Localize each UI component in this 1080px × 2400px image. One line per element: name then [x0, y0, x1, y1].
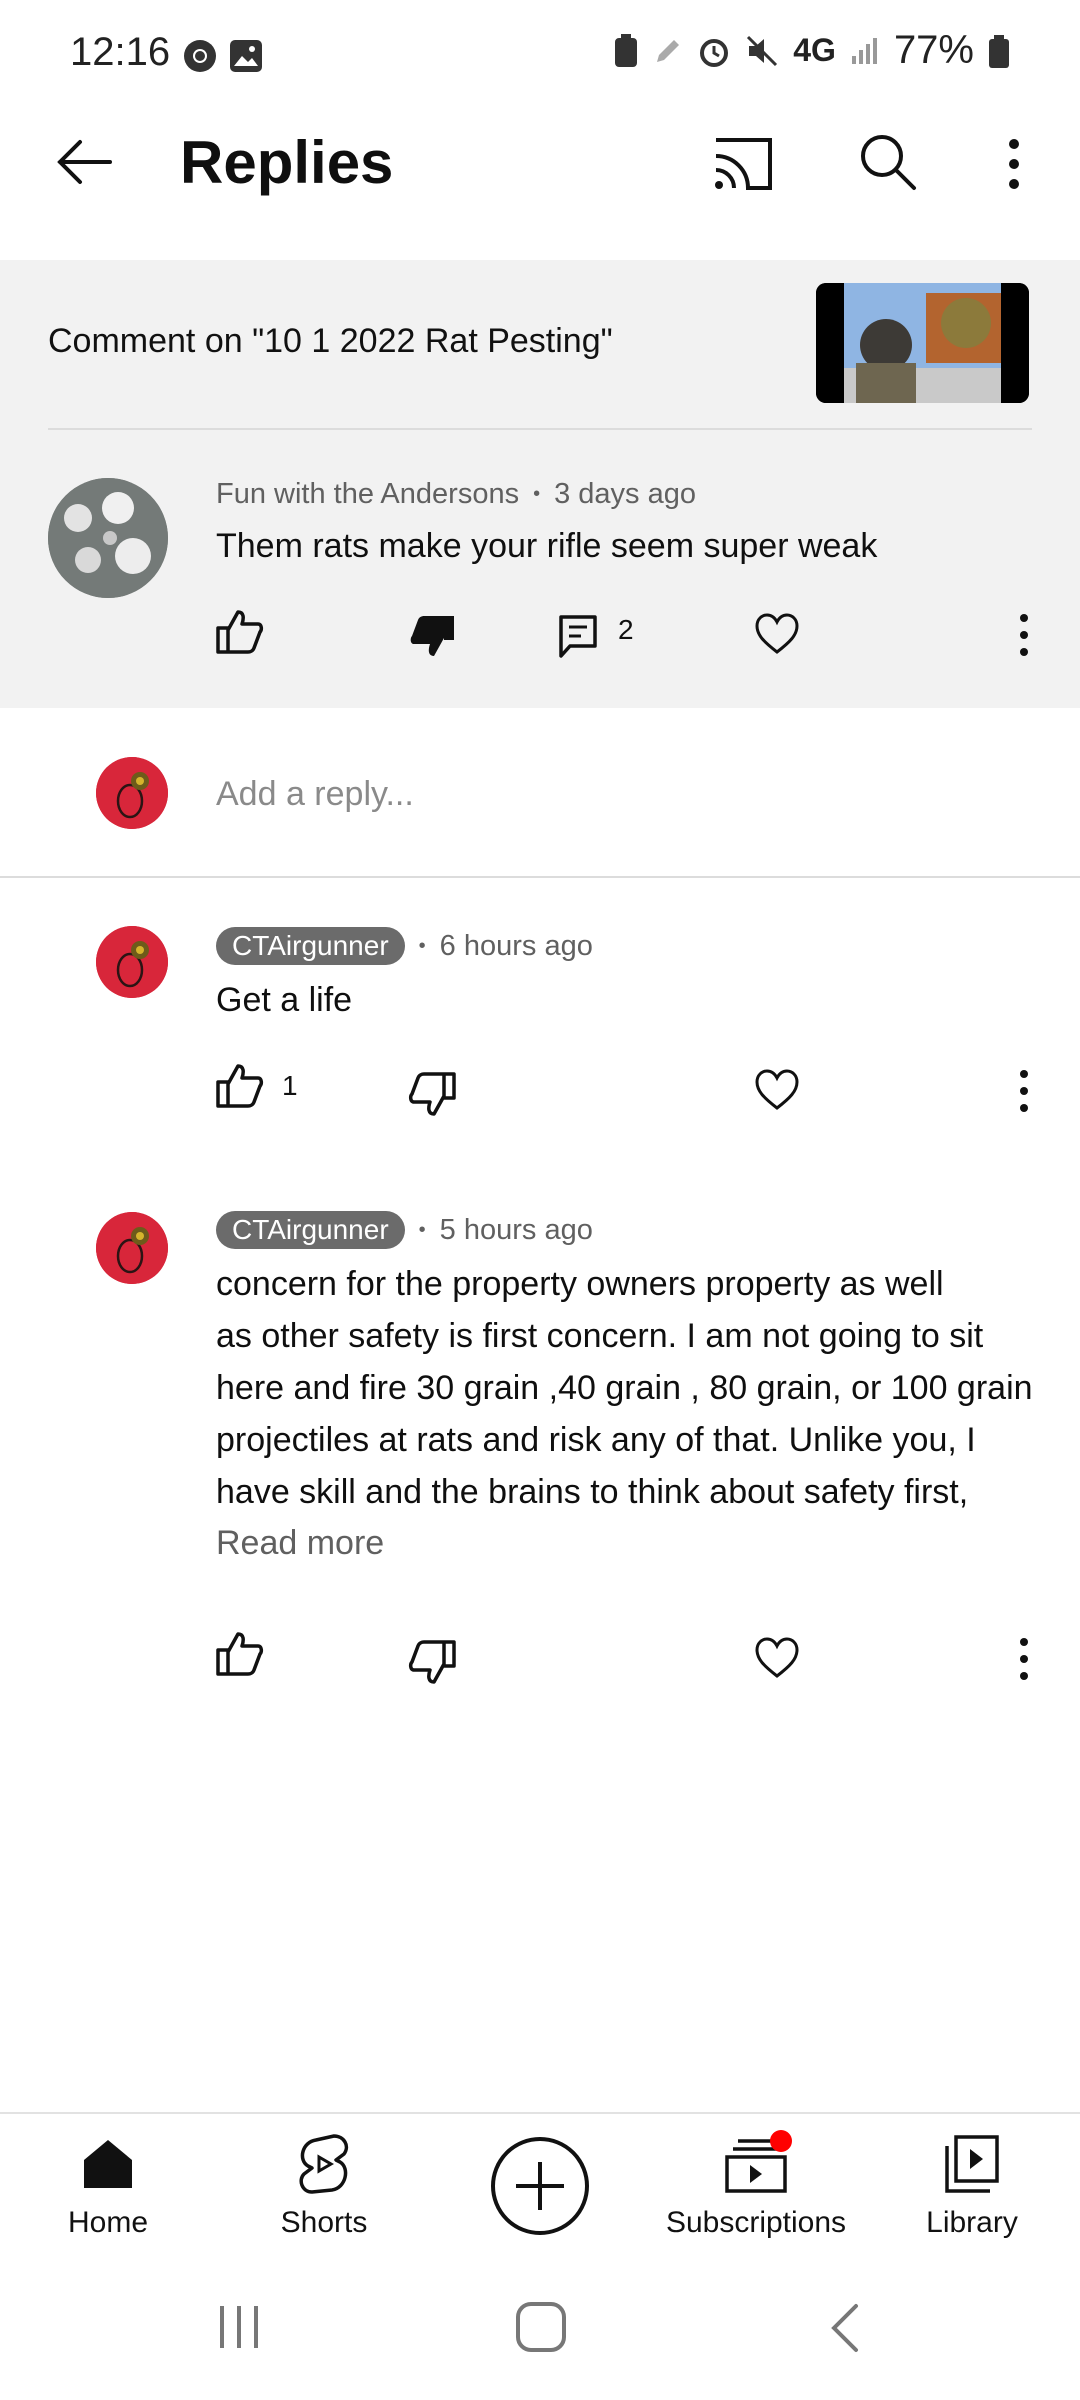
more-vert-icon[interactable]: [996, 136, 1032, 192]
battery-percent: 77%: [893, 28, 974, 72]
reply-text-line: here and fire 30 grain ,40 grain , 80 gr…: [216, 1369, 1033, 1407]
reply-count: 2: [618, 614, 634, 645]
back-system-icon[interactable]: [826, 2302, 862, 2354]
network-label: 4G: [793, 32, 836, 68]
status-right: 4G 77%: [613, 28, 1010, 73]
reply-text: Get a life: [216, 981, 353, 1019]
comment-text: Them rats make your rifle seem super wea…: [216, 527, 878, 565]
nav-home-label: Home: [67, 2206, 149, 2239]
meta-separator: •: [533, 483, 541, 505]
shorts-icon: [296, 2132, 352, 2196]
heart-icon[interactable]: [754, 1068, 800, 1112]
like-icon[interactable]: [214, 1630, 264, 1676]
home-system-icon[interactable]: [514, 2300, 568, 2354]
reply-time: 6 hours ago: [439, 929, 593, 962]
more-vert-icon[interactable]: [1014, 1636, 1034, 1682]
avatar[interactable]: [48, 478, 168, 598]
like-icon[interactable]: [214, 608, 264, 654]
heart-icon[interactable]: [754, 612, 800, 656]
dislike-icon[interactable]: [408, 614, 458, 660]
mute-icon: [747, 35, 778, 66]
back-arrow-icon[interactable]: [52, 130, 116, 194]
nav-subscriptions[interactable]: Subscriptions: [648, 2130, 864, 2270]
author-chip[interactable]: CTAirgunner: [216, 1211, 405, 1249]
reply-text-line: have skill and the brains to think about…: [216, 1473, 969, 1511]
avatar[interactable]: [96, 926, 168, 998]
more-vert-icon[interactable]: [1014, 612, 1034, 658]
recents-icon[interactable]: [214, 2302, 264, 2352]
meta-separator: •: [418, 1218, 426, 1241]
reply-text: concern for the property owners property…: [216, 1258, 1033, 1518]
chrome-icon: [182, 38, 218, 74]
nav-home[interactable]: Home: [0, 2130, 216, 2270]
like-count: 1: [282, 1070, 298, 1101]
nav-library[interactable]: Library: [864, 2130, 1080, 2270]
nav-shorts[interactable]: Shorts: [216, 2130, 432, 2270]
nav-shorts-label: Shorts: [280, 2206, 368, 2239]
battery-icon: [989, 34, 1009, 68]
reply-meta: CTAirgunner • 6 hours ago: [216, 927, 593, 965]
comment-time: 3 days ago: [554, 478, 696, 510]
create-button[interactable]: [490, 2136, 590, 2236]
dislike-icon[interactable]: [408, 1640, 458, 1686]
video-title-label[interactable]: Comment on "10 1 2022 Rat Pesting": [48, 322, 613, 361]
meta-separator: •: [418, 934, 426, 957]
divider: [0, 2112, 1080, 2114]
pen-icon: [657, 39, 680, 62]
dislike-icon[interactable]: [408, 1072, 458, 1118]
alarm-icon: [700, 38, 729, 67]
notification-dot: [770, 2130, 792, 2152]
heart-icon[interactable]: [754, 1636, 800, 1680]
gallery-icon: [228, 38, 264, 74]
reply-text-line: concern for the property owners property…: [216, 1265, 944, 1303]
reply-meta: CTAirgunner • 5 hours ago: [216, 1211, 593, 1249]
search-icon[interactable]: [856, 130, 920, 194]
nav-subscriptions-label: Subscriptions: [665, 2206, 847, 2239]
divider: [0, 876, 1080, 878]
cast-icon[interactable]: [710, 134, 776, 194]
nav-library-label: Library: [926, 2206, 1018, 2239]
parent-meta: Fun with the Andersons • 3 days ago: [216, 478, 696, 511]
library-icon: [944, 2134, 1000, 2194]
read-more-link[interactable]: Read more: [216, 1524, 384, 1563]
reply-time: 5 hours ago: [439, 1213, 593, 1246]
home-icon: [80, 2136, 136, 2192]
page-title: Replies: [180, 129, 394, 196]
author-name[interactable]: Fun with the Andersons: [216, 478, 519, 511]
add-reply-input[interactable]: Add a reply...: [216, 775, 414, 814]
reply-text-line: projectiles at rats and risk any of that…: [216, 1421, 976, 1459]
battery-saver-icon: [615, 33, 638, 67]
more-vert-icon[interactable]: [1014, 1068, 1034, 1114]
author-chip[interactable]: CTAirgunner: [216, 927, 405, 965]
avatar: [96, 757, 168, 829]
reply-icon[interactable]: [558, 614, 598, 660]
avatar[interactable]: [96, 1212, 168, 1284]
video-thumbnail[interactable]: [816, 283, 1029, 403]
like-icon[interactable]: [214, 1062, 264, 1108]
reply-text-line: as other safety is first concern. I am n…: [216, 1317, 984, 1355]
divider: [48, 428, 1032, 430]
signal-icon: [851, 37, 877, 64]
status-time: 12:16: [70, 30, 171, 74]
